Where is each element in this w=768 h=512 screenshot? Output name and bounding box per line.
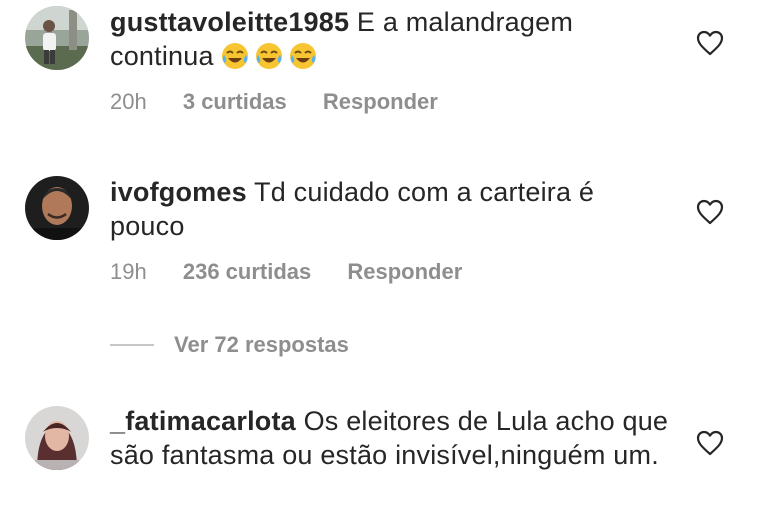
comment-username[interactable]: gusttavoleitte1985	[110, 7, 349, 37]
likes-count-button[interactable]: 3 curtidas	[183, 89, 287, 114]
reply-button[interactable]: Responder	[323, 89, 438, 114]
likes-count-button[interactable]: 236 curtidas	[183, 259, 311, 284]
replies-divider	[110, 344, 154, 346]
view-replies-label: Ver 72 respostas	[174, 332, 349, 357]
comment-body: gusttavoleitte1985 E a malandragem conti…	[110, 5, 670, 73]
heart-outline-icon[interactable]	[696, 430, 724, 456]
avatar[interactable]	[25, 6, 89, 70]
comment-timestamp: 20h	[110, 89, 147, 114]
comment-meta: 20h 3 curtidas Responder	[110, 89, 468, 115]
comment-meta: 19h 236 curtidas Responder	[110, 259, 492, 285]
reply-button[interactable]: Responder	[347, 259, 462, 284]
heart-outline-icon[interactable]	[696, 199, 724, 225]
comment-body: _fatimacarlota Os eleitores de Lula acho…	[110, 404, 670, 472]
avatar[interactable]	[25, 176, 89, 240]
avatar[interactable]	[25, 406, 89, 470]
tears-of-joy-emoji	[255, 43, 282, 69]
view-replies-button[interactable]: Ver 72 respostas	[110, 330, 349, 360]
tears-of-joy-emoji	[221, 43, 248, 69]
heart-outline-icon[interactable]	[696, 30, 724, 56]
comment-username[interactable]: _fatimacarlota	[110, 406, 296, 436]
comment-username[interactable]: ivofgomes	[110, 177, 247, 207]
tears-of-joy-emoji	[289, 43, 316, 69]
comment-timestamp: 19h	[110, 259, 147, 284]
comment-body: ivofgomes Td cuidado com a carteira é po…	[110, 175, 670, 243]
